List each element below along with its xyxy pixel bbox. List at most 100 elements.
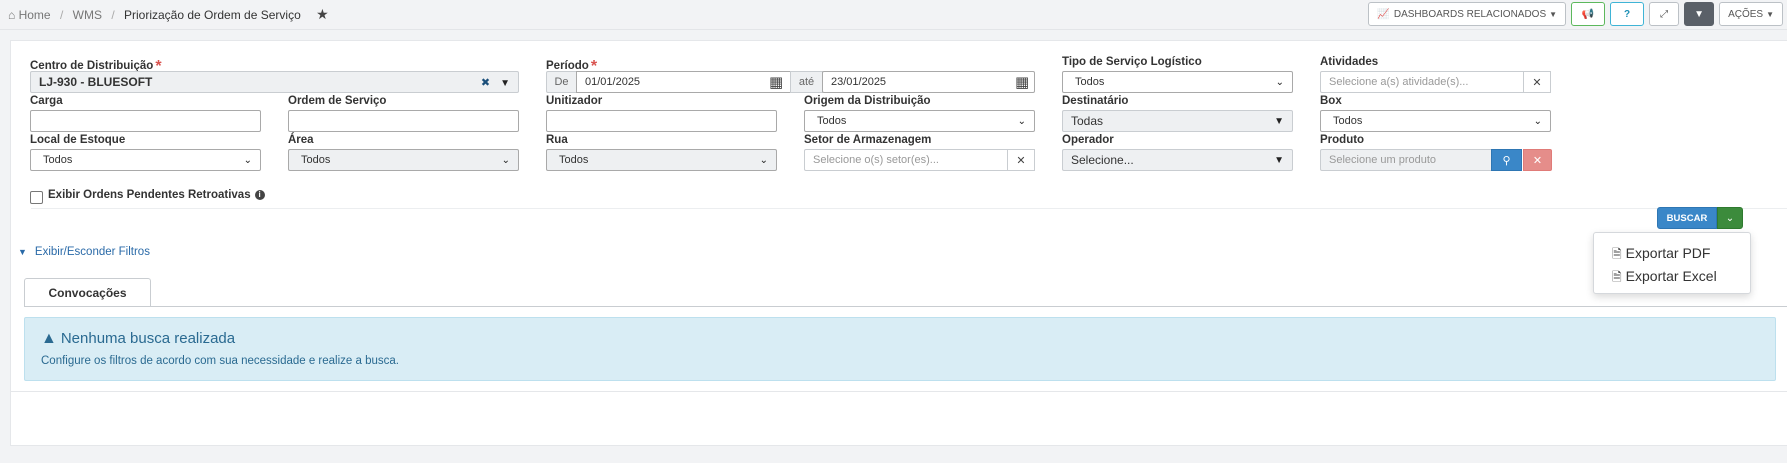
caret-down-icon: ▼ bbox=[18, 247, 27, 257]
caret-down-icon: ▼ bbox=[1274, 115, 1284, 127]
carga-input[interactable] bbox=[30, 110, 261, 132]
actions-label: AÇÕES bbox=[1728, 8, 1764, 20]
tipo-servico-value: Todos bbox=[1075, 76, 1105, 88]
atividades-placeholder: Selecione a(s) atividade(s)... bbox=[1329, 76, 1469, 88]
calendar-icon[interactable]: ▦ bbox=[1015, 73, 1029, 91]
filter-button[interactable]: ▼ bbox=[1684, 2, 1715, 26]
destinatario-label: Destinatário bbox=[1062, 95, 1129, 107]
origem-label: Origem da Distribuição bbox=[804, 95, 931, 107]
export-pdf-item[interactable]: 🗎 Exportar PDF bbox=[1612, 245, 1710, 266]
top-actions: 📈 DASHBOARDS RELACIONADOS ▼ 📢 ? ⤢ ▼ AÇÕE… bbox=[1368, 2, 1783, 26]
close-icon: ✕ bbox=[1016, 154, 1026, 167]
produto-input[interactable]: Selecione um produto bbox=[1320, 149, 1492, 171]
caret-down-icon: ▼ bbox=[500, 77, 510, 89]
help-button[interactable]: ? bbox=[1610, 2, 1645, 26]
chevron-down-icon: ⌄ bbox=[1533, 115, 1542, 127]
produto-placeholder: Selecione um produto bbox=[1329, 154, 1437, 166]
destinatario-select[interactable]: Todas ▼ bbox=[1062, 110, 1293, 132]
fullscreen-button[interactable]: ⤢ bbox=[1649, 2, 1680, 26]
chevron-down-icon: ⌄ bbox=[1275, 76, 1284, 88]
alert-title: ▲ Nenhuma busca realizada bbox=[41, 330, 236, 347]
caret-down-icon: ▼ bbox=[1766, 9, 1774, 19]
rua-label: Rua bbox=[546, 134, 568, 146]
retroativas-checkbox[interactable] bbox=[30, 191, 43, 204]
breadcrumb: ⌂ Home / WMS / Priorização de Ordem de S… bbox=[8, 6, 329, 22]
retroativas-label: Exibir Ordens Pendentes Retroativas i bbox=[48, 189, 265, 201]
filter-panel: Centro de Distribuição * LJ-930 - BLUESOF… bbox=[10, 40, 1787, 446]
box-label: Box bbox=[1320, 95, 1342, 107]
atividades-clear-button[interactable]: ✕ bbox=[1523, 71, 1551, 93]
box-select[interactable]: Todos ⌄ bbox=[1320, 110, 1551, 132]
alert-text: Configure os filtros de acordo com sua n… bbox=[41, 355, 399, 367]
close-icon: ✕ bbox=[1532, 154, 1543, 167]
search-icon: ⚲ bbox=[1502, 154, 1511, 167]
clear-icon[interactable]: ✖ bbox=[481, 77, 490, 89]
setor-placeholder: Selecione o(s) setor(es)... bbox=[813, 154, 939, 166]
operador-label: Operador bbox=[1062, 134, 1114, 146]
origem-select[interactable]: Todos ⌄ bbox=[804, 110, 1035, 132]
breadcrumb-home[interactable]: Home bbox=[19, 8, 51, 22]
file-pdf-icon: 🗎 bbox=[1612, 247, 1622, 261]
chevron-down-icon: ⌄ bbox=[1725, 212, 1735, 224]
operador-select[interactable]: Selecione... ▼ bbox=[1062, 149, 1293, 171]
chevron-down-icon: ⌄ bbox=[759, 154, 768, 166]
favorite-star-icon[interactable]: ★ bbox=[316, 6, 329, 22]
produto-clear-button[interactable]: ✕ bbox=[1523, 149, 1552, 171]
bottom-divider bbox=[10, 391, 1787, 392]
setor-label: Setor de Armazenagem bbox=[804, 134, 932, 146]
area-select[interactable]: Todos ⌄ bbox=[288, 149, 519, 171]
chevron-down-icon: ⌄ bbox=[1017, 115, 1026, 127]
setor-clear-button[interactable]: ✕ bbox=[1007, 149, 1035, 171]
actions-button[interactable]: AÇÕES ▼ bbox=[1719, 2, 1783, 26]
dashboards-button[interactable]: 📈 DASHBOARDS RELACIONADOS ▼ bbox=[1368, 2, 1567, 26]
unitizador-label: Unitizador bbox=[546, 95, 603, 107]
periodo-from-input[interactable]: 01/01/2025 bbox=[576, 71, 791, 93]
tipo-servico-label: Tipo de Serviço Logístico bbox=[1062, 56, 1202, 68]
search-options-toggle[interactable]: ⌄ bbox=[1717, 207, 1743, 229]
produto-search-button[interactable]: ⚲ bbox=[1491, 149, 1522, 171]
tipo-servico-select[interactable]: Todos ⌄ bbox=[1062, 71, 1293, 93]
rua-value: Todos bbox=[559, 154, 589, 166]
unitizador-input[interactable] bbox=[546, 110, 777, 132]
caret-down-icon: ▼ bbox=[1549, 9, 1558, 19]
rua-select[interactable]: Todos ⌄ bbox=[546, 149, 777, 171]
tab-convocacoes[interactable]: Convocações bbox=[24, 278, 151, 307]
search-button[interactable]: BUSCAR bbox=[1657, 207, 1717, 229]
operador-value: Selecione... bbox=[1071, 153, 1134, 167]
setor-input[interactable]: Selecione o(s) setor(es)... bbox=[804, 149, 1008, 171]
caret-down-icon: ▼ bbox=[1274, 154, 1284, 166]
file-excel-icon: 🗎 bbox=[1612, 270, 1622, 284]
ordem-servico-input[interactable] bbox=[288, 110, 519, 132]
page-title: Priorização de Ordem de Serviço bbox=[124, 8, 301, 22]
destinatario-value: Todas bbox=[1071, 114, 1104, 128]
periodo-ate-addon: até bbox=[790, 71, 823, 93]
toggle-filters-link[interactable]: ▼ Exibir/Esconder Filtros bbox=[18, 246, 150, 258]
atividades-label: Atividades bbox=[1320, 56, 1379, 68]
home-icon: ⌂ bbox=[8, 8, 16, 22]
centro-select[interactable]: LJ-930 - BLUESOFT ✖ ▼ bbox=[30, 71, 519, 93]
megaphone-icon: 📢 bbox=[1581, 8, 1595, 20]
info-alert: ▲ Nenhuma busca realizada Configure os fi… bbox=[24, 317, 1776, 381]
info-icon[interactable]: i bbox=[254, 189, 265, 200]
box-value: Todos bbox=[1333, 115, 1363, 127]
filter-icon: ▼ bbox=[1694, 8, 1705, 20]
warning-icon: ▲ bbox=[41, 330, 57, 347]
dashboards-label: DASHBOARDS RELACIONADOS bbox=[1393, 8, 1547, 20]
chevron-down-icon: ⌄ bbox=[501, 154, 510, 166]
export-dropdown: 🗎 Exportar PDF 🗎 Exportar Excel bbox=[1593, 232, 1751, 294]
local-estoque-value: Todos bbox=[43, 154, 73, 166]
atividades-input[interactable]: Selecione a(s) atividade(s)... bbox=[1320, 71, 1524, 93]
divider bbox=[31, 208, 1787, 209]
question-icon: ? bbox=[1624, 8, 1631, 20]
periodo-to-value: 23/01/2025 bbox=[831, 76, 887, 88]
expand-icon: ⤢ bbox=[1660, 8, 1669, 20]
area-value: Todos bbox=[301, 154, 331, 166]
carga-label: Carga bbox=[30, 95, 63, 107]
periodo-to-input[interactable]: 23/01/2025 bbox=[822, 71, 1035, 93]
calendar-icon[interactable]: ▦ bbox=[769, 73, 783, 91]
local-estoque-label: Local de Estoque bbox=[30, 134, 126, 146]
breadcrumb-wms[interactable]: WMS bbox=[73, 8, 102, 22]
local-estoque-select[interactable]: Todos ⌄ bbox=[30, 149, 261, 171]
announcement-button[interactable]: 📢 bbox=[1571, 2, 1606, 26]
export-excel-item[interactable]: 🗎 Exportar Excel bbox=[1612, 268, 1717, 289]
